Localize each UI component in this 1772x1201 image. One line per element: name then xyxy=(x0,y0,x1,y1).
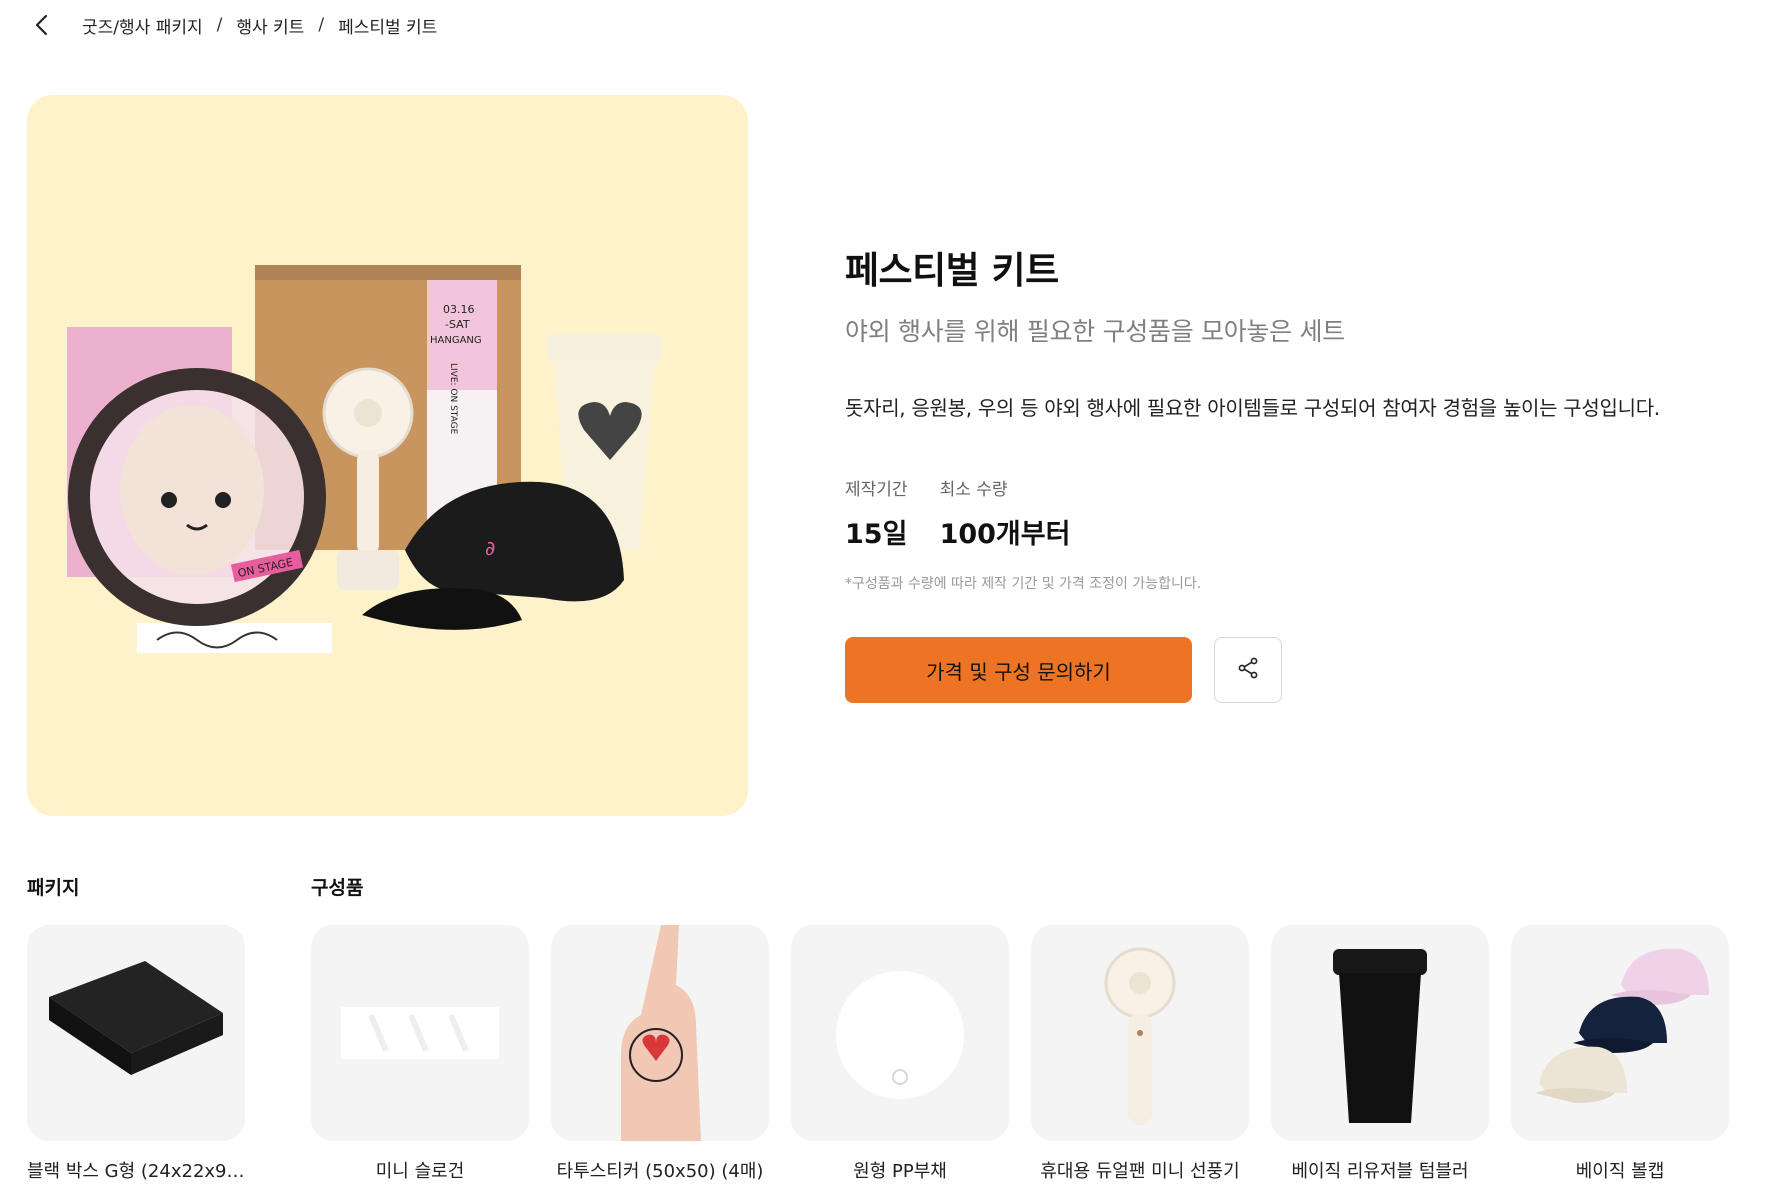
breadcrumb-item-event-kit[interactable]: 행사 키트 xyxy=(236,13,304,38)
item-card-ball-cap[interactable]: 베이직 볼캡 xyxy=(1511,925,1729,1183)
item-card-mini-fan[interactable]: 휴대용 듀얼팬 미니 선풍기 xyxy=(1031,925,1249,1183)
item-caption: 휴대용 듀얼팬 미니 선풍기 xyxy=(1040,1161,1240,1182)
breadcrumb-separator: / xyxy=(216,15,223,35)
breadcrumb: 굿즈/행사 패키지 / 행사 키트 / 페스티벌 키트 xyxy=(28,8,437,42)
item-thumbnail[interactable] xyxy=(311,925,529,1141)
item-caption: 타투스티커 (50x50) (4매) xyxy=(556,1161,764,1182)
meta-value: 100개부터 xyxy=(939,519,1071,550)
product-description: 돗자리, 응원봉, 우의 등 야외 행사에 필요한 아이템들로 구성되어 참여자… xyxy=(845,396,1660,420)
item-thumbnail[interactable] xyxy=(1511,925,1729,1141)
item-thumbnail[interactable] xyxy=(791,925,1009,1141)
svg-text:∂: ∂ xyxy=(485,536,495,560)
meta-min-quantity: 최소 수량 100개부터 xyxy=(940,475,1071,551)
box-day-text: -SAT xyxy=(445,318,470,331)
item-card-black-box[interactable]: 블랙 박스 G형 (24x22x9.... xyxy=(27,925,245,1183)
meta-label: 최소 수량 xyxy=(939,480,1008,500)
components-section-label: 구성품 xyxy=(311,877,364,899)
item-caption: 미니 슬로건 xyxy=(375,1161,465,1182)
breadcrumb-item-goods-package[interactable]: 굿즈/행사 패키지 xyxy=(82,13,203,38)
breadcrumb-separator: / xyxy=(318,15,325,35)
meta-label: 제작기간 xyxy=(845,480,908,500)
product-meta: 제작기간 15일 최소 수량 100개부터 xyxy=(845,475,1725,551)
meta-value: 15일 xyxy=(845,519,908,550)
item-card-tattoo-sticker[interactable]: 타투스티커 (50x50) (4매) xyxy=(551,925,769,1183)
item-card-tumbler[interactable]: 베이직 리유저블 텀블러 xyxy=(1271,925,1489,1183)
inquiry-button[interactable]: 가격 및 구성 문의하기 xyxy=(845,637,1192,703)
share-button[interactable] xyxy=(1214,637,1282,703)
package-section-label: 패키지 xyxy=(27,877,80,899)
item-caption: 블랙 박스 G형 (24x22x9.... xyxy=(27,1161,245,1182)
meta-production-period: 제작기간 15일 xyxy=(845,475,908,551)
production-note: *구성품과 수량에 따라 제작 기간 및 가격 조정이 가능합니다. xyxy=(845,576,1202,592)
box-venue-text: HANGANG xyxy=(430,335,482,346)
item-thumbnail[interactable] xyxy=(1031,925,1249,1141)
chevron-left-icon[interactable] xyxy=(28,11,56,39)
box-date-text: 03.16 xyxy=(443,303,475,316)
item-card-round-fan[interactable]: 원형 PP부채 xyxy=(791,925,1009,1183)
item-caption: 베이직 볼캡 xyxy=(1575,1161,1665,1182)
item-thumbnail[interactable] xyxy=(1271,925,1489,1141)
product-title: 페스티벌 키트 xyxy=(845,249,1059,292)
box-live-text: LIVE: ON STAGE xyxy=(448,363,458,435)
action-bar: 가격 및 구성 문의하기 xyxy=(845,637,1725,703)
item-thumbnail[interactable] xyxy=(27,925,245,1141)
item-card-mini-slogan[interactable]: 미니 슬로건 xyxy=(311,925,529,1183)
share-icon xyxy=(1236,656,1260,684)
item-caption: 베이직 리유저블 텀블러 xyxy=(1291,1161,1469,1182)
item-thumbnail[interactable] xyxy=(551,925,769,1141)
product-info: 페스티벌 키트 야외 행사를 위해 필요한 구성품을 모아놓은 세트 돗자리, … xyxy=(845,240,1725,703)
product-subtitle: 야외 행사를 위해 필요한 구성품을 모아놓은 세트 xyxy=(845,317,1345,346)
breadcrumb-item-current: 페스티벌 키트 xyxy=(338,17,438,38)
product-hero-image: 03.16 -SAT HANGANG LIVE: ON STAGE ON STA… xyxy=(27,95,748,816)
item-caption: 원형 PP부채 xyxy=(853,1161,947,1182)
